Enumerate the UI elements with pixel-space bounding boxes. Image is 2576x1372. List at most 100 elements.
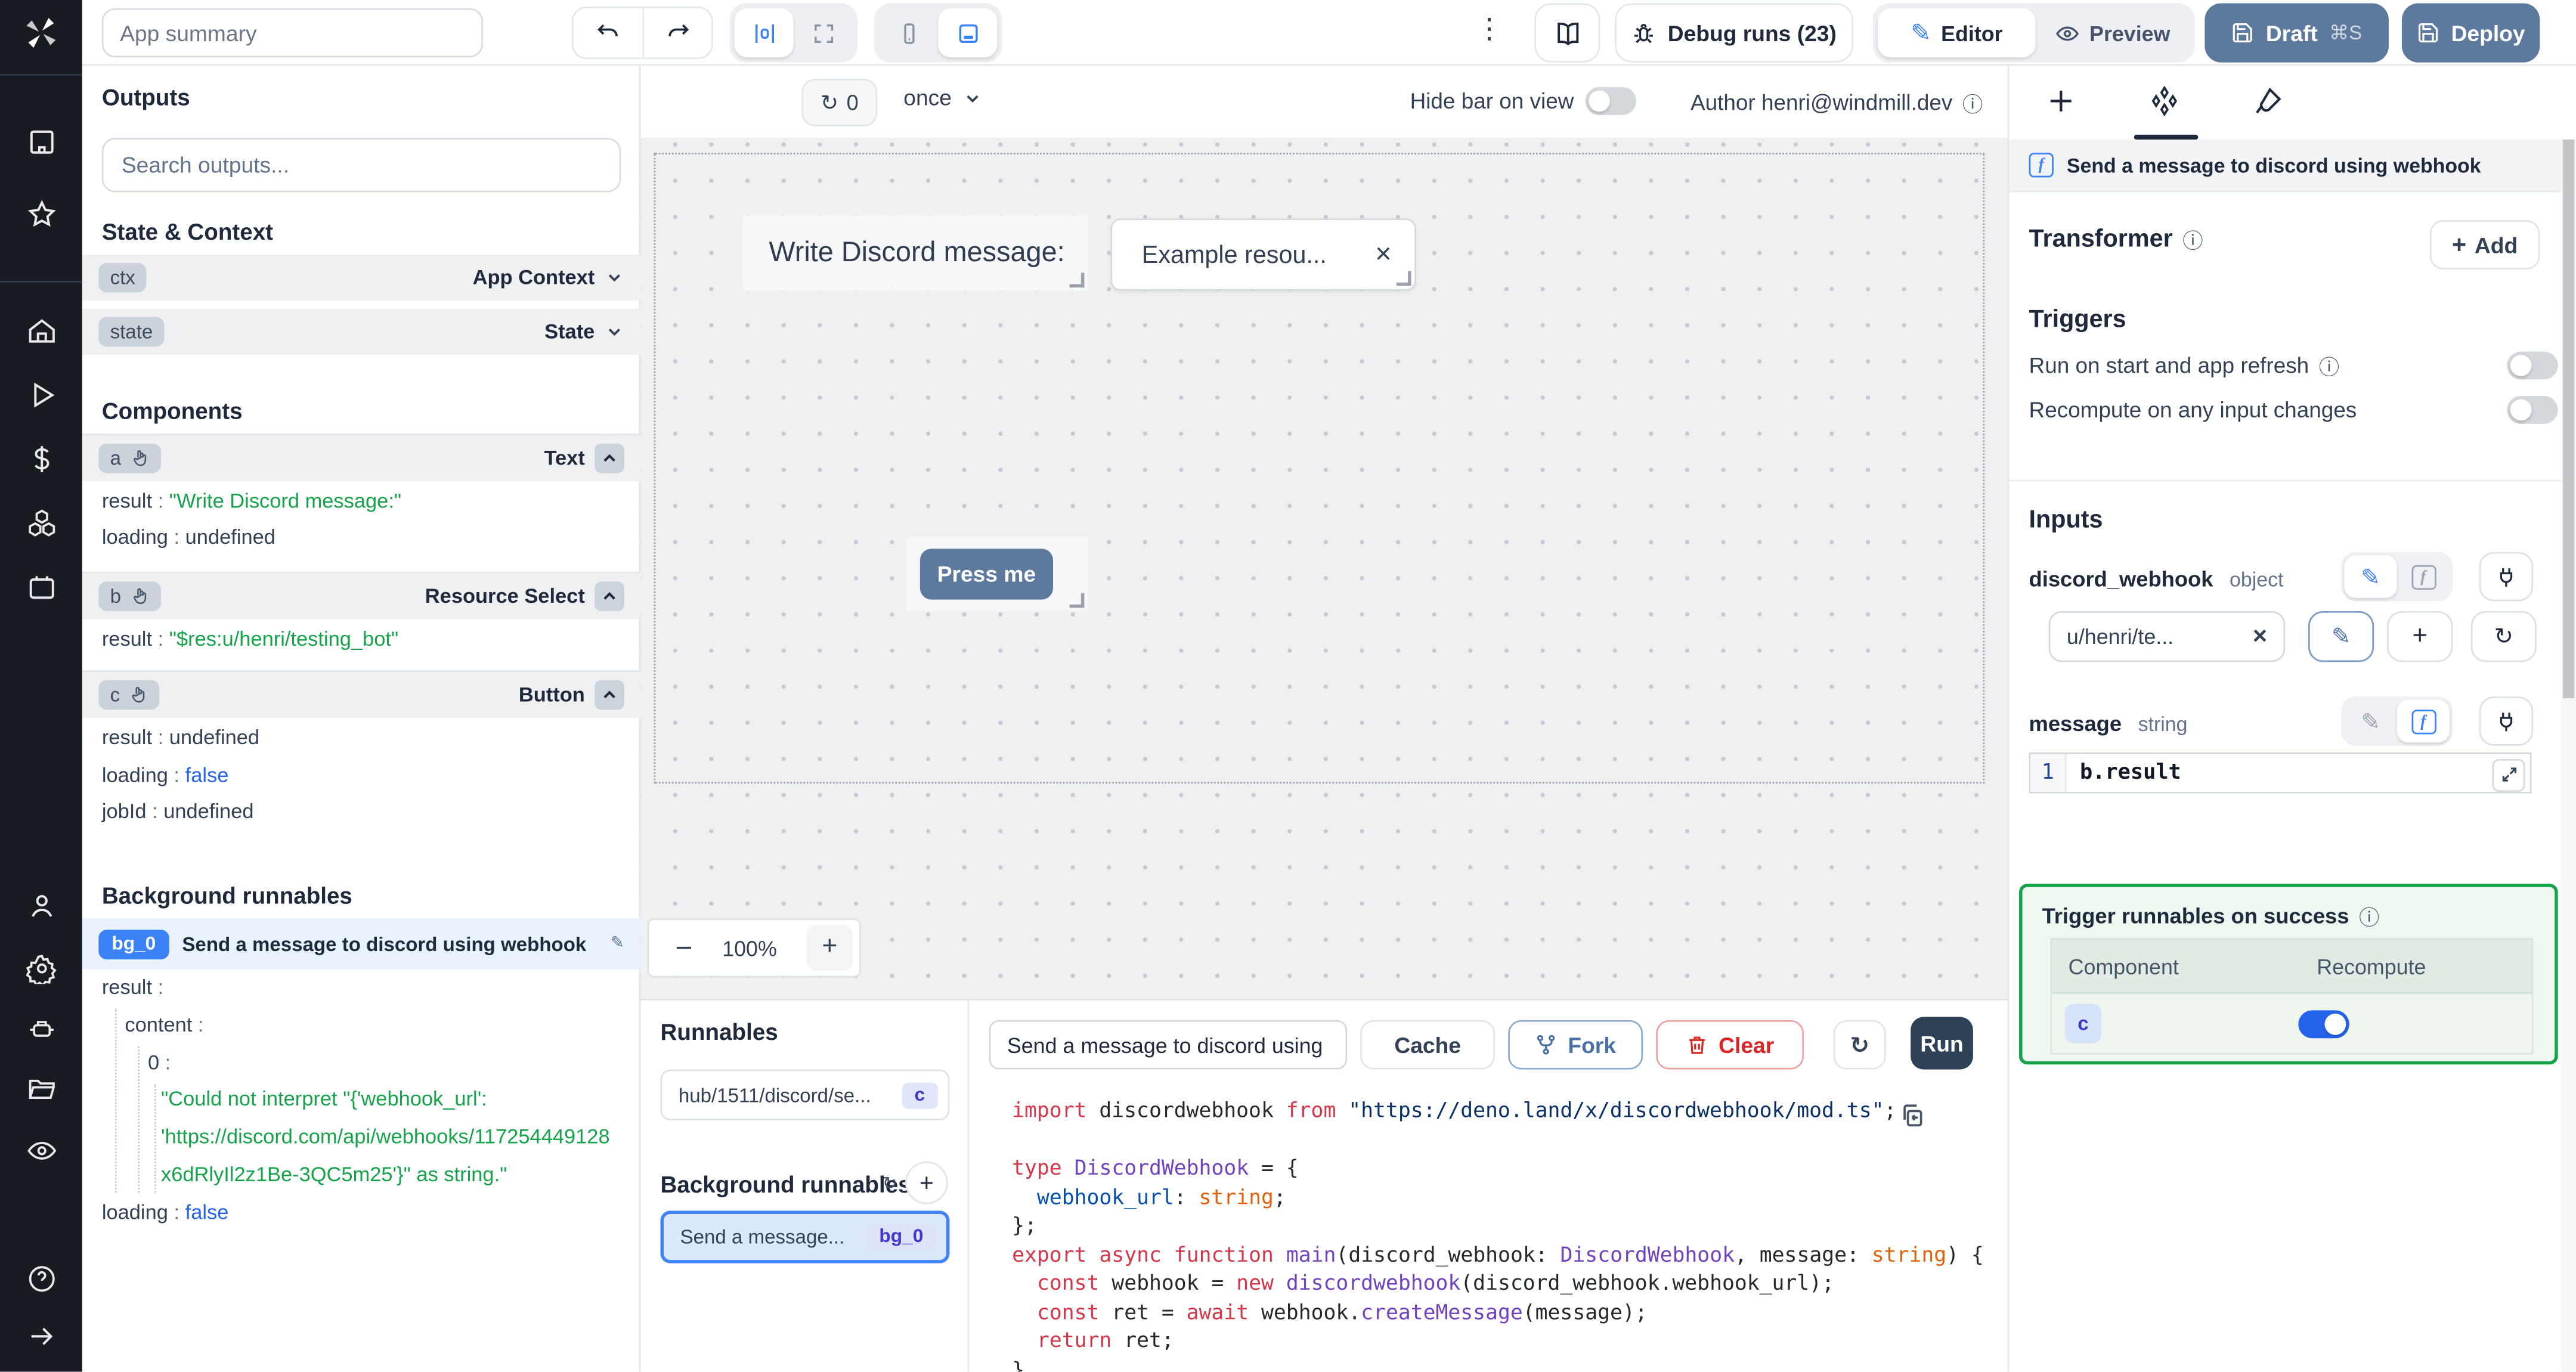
- debug-runs-button[interactable]: Debug runs (23): [1615, 3, 1853, 63]
- tab-preview[interactable]: Preview: [2036, 8, 2190, 58]
- debug-runs-label: Debug runs (23): [1667, 20, 1837, 45]
- schedules-calendar-icon[interactable]: [0, 559, 82, 615]
- audit-eye-icon[interactable]: [0, 1122, 82, 1178]
- code-content[interactable]: import discordwebhook from "https://deno…: [1012, 1096, 2008, 1371]
- help-question-icon[interactable]: [0, 1250, 82, 1306]
- collapse-button[interactable]: [595, 581, 624, 611]
- run-button[interactable]: Run: [1911, 1017, 1973, 1070]
- info-icon[interactable]: ⓘ: [2359, 900, 2379, 931]
- docs-book-button[interactable]: [1534, 3, 1600, 63]
- folders-icon[interactable]: [0, 1061, 82, 1117]
- clear-button[interactable]: Clear: [1656, 1020, 1804, 1070]
- users-person-icon[interactable]: [0, 877, 82, 933]
- draft-button[interactable]: Draft ⌘S: [2205, 3, 2389, 63]
- runnable-item[interactable]: hub/1511/discord/se... c: [660, 1069, 950, 1120]
- panel-scrollbar[interactable]: [2561, 140, 2576, 1372]
- input2-expression-editor[interactable]: 1 b.result: [2029, 752, 2532, 794]
- bg0-error-line: 'https://discord.com/api/webhooks/117254…: [160, 1125, 610, 1148]
- tab-insert-plus-icon[interactable]: [2045, 85, 2078, 118]
- cache-button[interactable]: Cache: [1360, 1020, 1496, 1070]
- more-options-kebab[interactable]: ⋮: [1475, 13, 1503, 46]
- info-icon[interactable]: ⓘ: [1962, 87, 1983, 118]
- save-icon: [2418, 23, 2438, 43]
- edit-resource-pencil-button[interactable]: ✎: [2308, 611, 2374, 662]
- favorites-star-icon[interactable]: [0, 185, 82, 241]
- tab-editor[interactable]: ✎ Editor: [1878, 8, 2036, 58]
- scrollbar-thumb[interactable]: [2562, 140, 2575, 698]
- runs-play-icon[interactable]: [0, 366, 82, 422]
- fork-button[interactable]: Fork: [1508, 1020, 1643, 1070]
- transformer-title: Transformer ⓘ: [2029, 224, 2203, 255]
- eval-fx-icon[interactable]: f: [2397, 555, 2450, 598]
- trigger-run-on-start-row: Run on start and app refresh ⓘ: [2029, 350, 2558, 381]
- mobile-view-button[interactable]: [879, 8, 938, 58]
- collapse-button[interactable]: [595, 680, 624, 710]
- component-a-header[interactable]: a Text: [82, 433, 641, 482]
- undo-button[interactable]: [574, 8, 643, 58]
- app-summary-input[interactable]: [101, 8, 483, 58]
- deploy-button[interactable]: Deploy: [2401, 3, 2540, 63]
- add-transformer-button[interactable]: + Add: [2429, 220, 2540, 270]
- redo-button[interactable]: [642, 8, 711, 58]
- component-b-type: Resource Select: [425, 584, 585, 608]
- static-pencil-icon[interactable]: ✎: [2345, 700, 2397, 743]
- ctx-row[interactable]: ctx App Context: [82, 255, 641, 301]
- workers-robot-icon[interactable]: [0, 1001, 82, 1057]
- component-c-badge: c: [2065, 1004, 2101, 1043]
- search-outputs-input[interactable]: [101, 138, 621, 193]
- eval-fx-icon[interactable]: f: [2397, 699, 2450, 743]
- workspace-icon[interactable]: [0, 113, 82, 169]
- input2-connect-plug-icon[interactable]: [2479, 696, 2534, 746]
- copy-code-icon[interactable]: [1899, 1102, 1925, 1129]
- component-c-header[interactable]: c Button: [82, 670, 641, 718]
- text-component[interactable]: Write Discord message:: [742, 215, 1088, 291]
- clear-x-icon[interactable]: ×: [1375, 238, 1391, 271]
- hide-bar-toggle[interactable]: [1585, 87, 1637, 115]
- settings-gear-icon[interactable]: [0, 940, 82, 996]
- static-pencil-icon[interactable]: ✎: [2344, 555, 2397, 598]
- pencil-icon: ✎: [1910, 18, 1931, 47]
- chevron-down-icon[interactable]: [605, 268, 624, 287]
- refresh-count-button[interactable]: ↻ 0: [801, 79, 878, 127]
- home-icon[interactable]: [0, 302, 82, 358]
- add-resource-button[interactable]: +: [2387, 611, 2453, 662]
- frequency-dropdown[interactable]: once: [903, 85, 983, 110]
- edit-pencil-icon[interactable]: ✎: [611, 935, 624, 953]
- recompute-toggle[interactable]: [2507, 395, 2558, 424]
- zoom-out-button[interactable]: −: [675, 931, 692, 965]
- collapse-arrow-icon[interactable]: [0, 1308, 82, 1364]
- tab-component-settings-icon[interactable]: [2149, 85, 2182, 118]
- tab-styling-brush-icon[interactable]: [2252, 85, 2285, 118]
- variables-dollar-icon[interactable]: [0, 431, 82, 487]
- press-me-button[interactable]: Press me: [919, 549, 1054, 600]
- info-icon[interactable]: ⓘ: [2319, 350, 2339, 381]
- refresh-resource-button[interactable]: ↻: [2470, 611, 2537, 662]
- script-name-input[interactable]: [989, 1020, 1348, 1070]
- zoom-in-button[interactable]: +: [806, 925, 853, 971]
- input1-value: u/henri/te...: [2066, 624, 2174, 649]
- recompute-c-toggle[interactable]: [2298, 1009, 2349, 1037]
- component-b-header[interactable]: b Resource Select: [82, 571, 641, 620]
- app-canvas[interactable]: Write Discord message: Example resou... …: [640, 140, 2008, 999]
- success-title: Trigger runnables on success: [2042, 903, 2349, 928]
- collapse-button[interactable]: [595, 443, 624, 473]
- input1-connect-plug-icon[interactable]: [2479, 552, 2534, 602]
- center-align-button[interactable]: [734, 8, 794, 58]
- clear-x-icon[interactable]: ×: [2253, 622, 2267, 651]
- chevron-down-icon[interactable]: [605, 322, 624, 342]
- info-icon[interactable]: ⓘ: [2182, 224, 2203, 255]
- fullscreen-button[interactable]: [794, 8, 853, 58]
- run-on-start-toggle[interactable]: [2507, 351, 2558, 380]
- resources-cubes-icon[interactable]: [0, 494, 82, 550]
- input1-resource-select[interactable]: u/henri/te... ×: [2048, 611, 2286, 662]
- resource-select-component[interactable]: Example resou... ×: [1110, 218, 1416, 291]
- expand-editor-icon[interactable]: [2492, 758, 2525, 791]
- runnable-item-selected[interactable]: Send a message... bg_0: [660, 1210, 950, 1263]
- bg0-header[interactable]: bg_0 Send a message to discord using web…: [82, 918, 641, 970]
- windmill-logo[interactable]: [0, 0, 82, 66]
- add-background-runnable-button[interactable]: +: [905, 1161, 948, 1204]
- refresh-script-button[interactable]: ↻: [1833, 1020, 1886, 1070]
- desktop-view-button[interactable]: [938, 8, 998, 58]
- section-divider: [2009, 479, 2563, 482]
- state-row[interactable]: state State: [82, 308, 641, 355]
